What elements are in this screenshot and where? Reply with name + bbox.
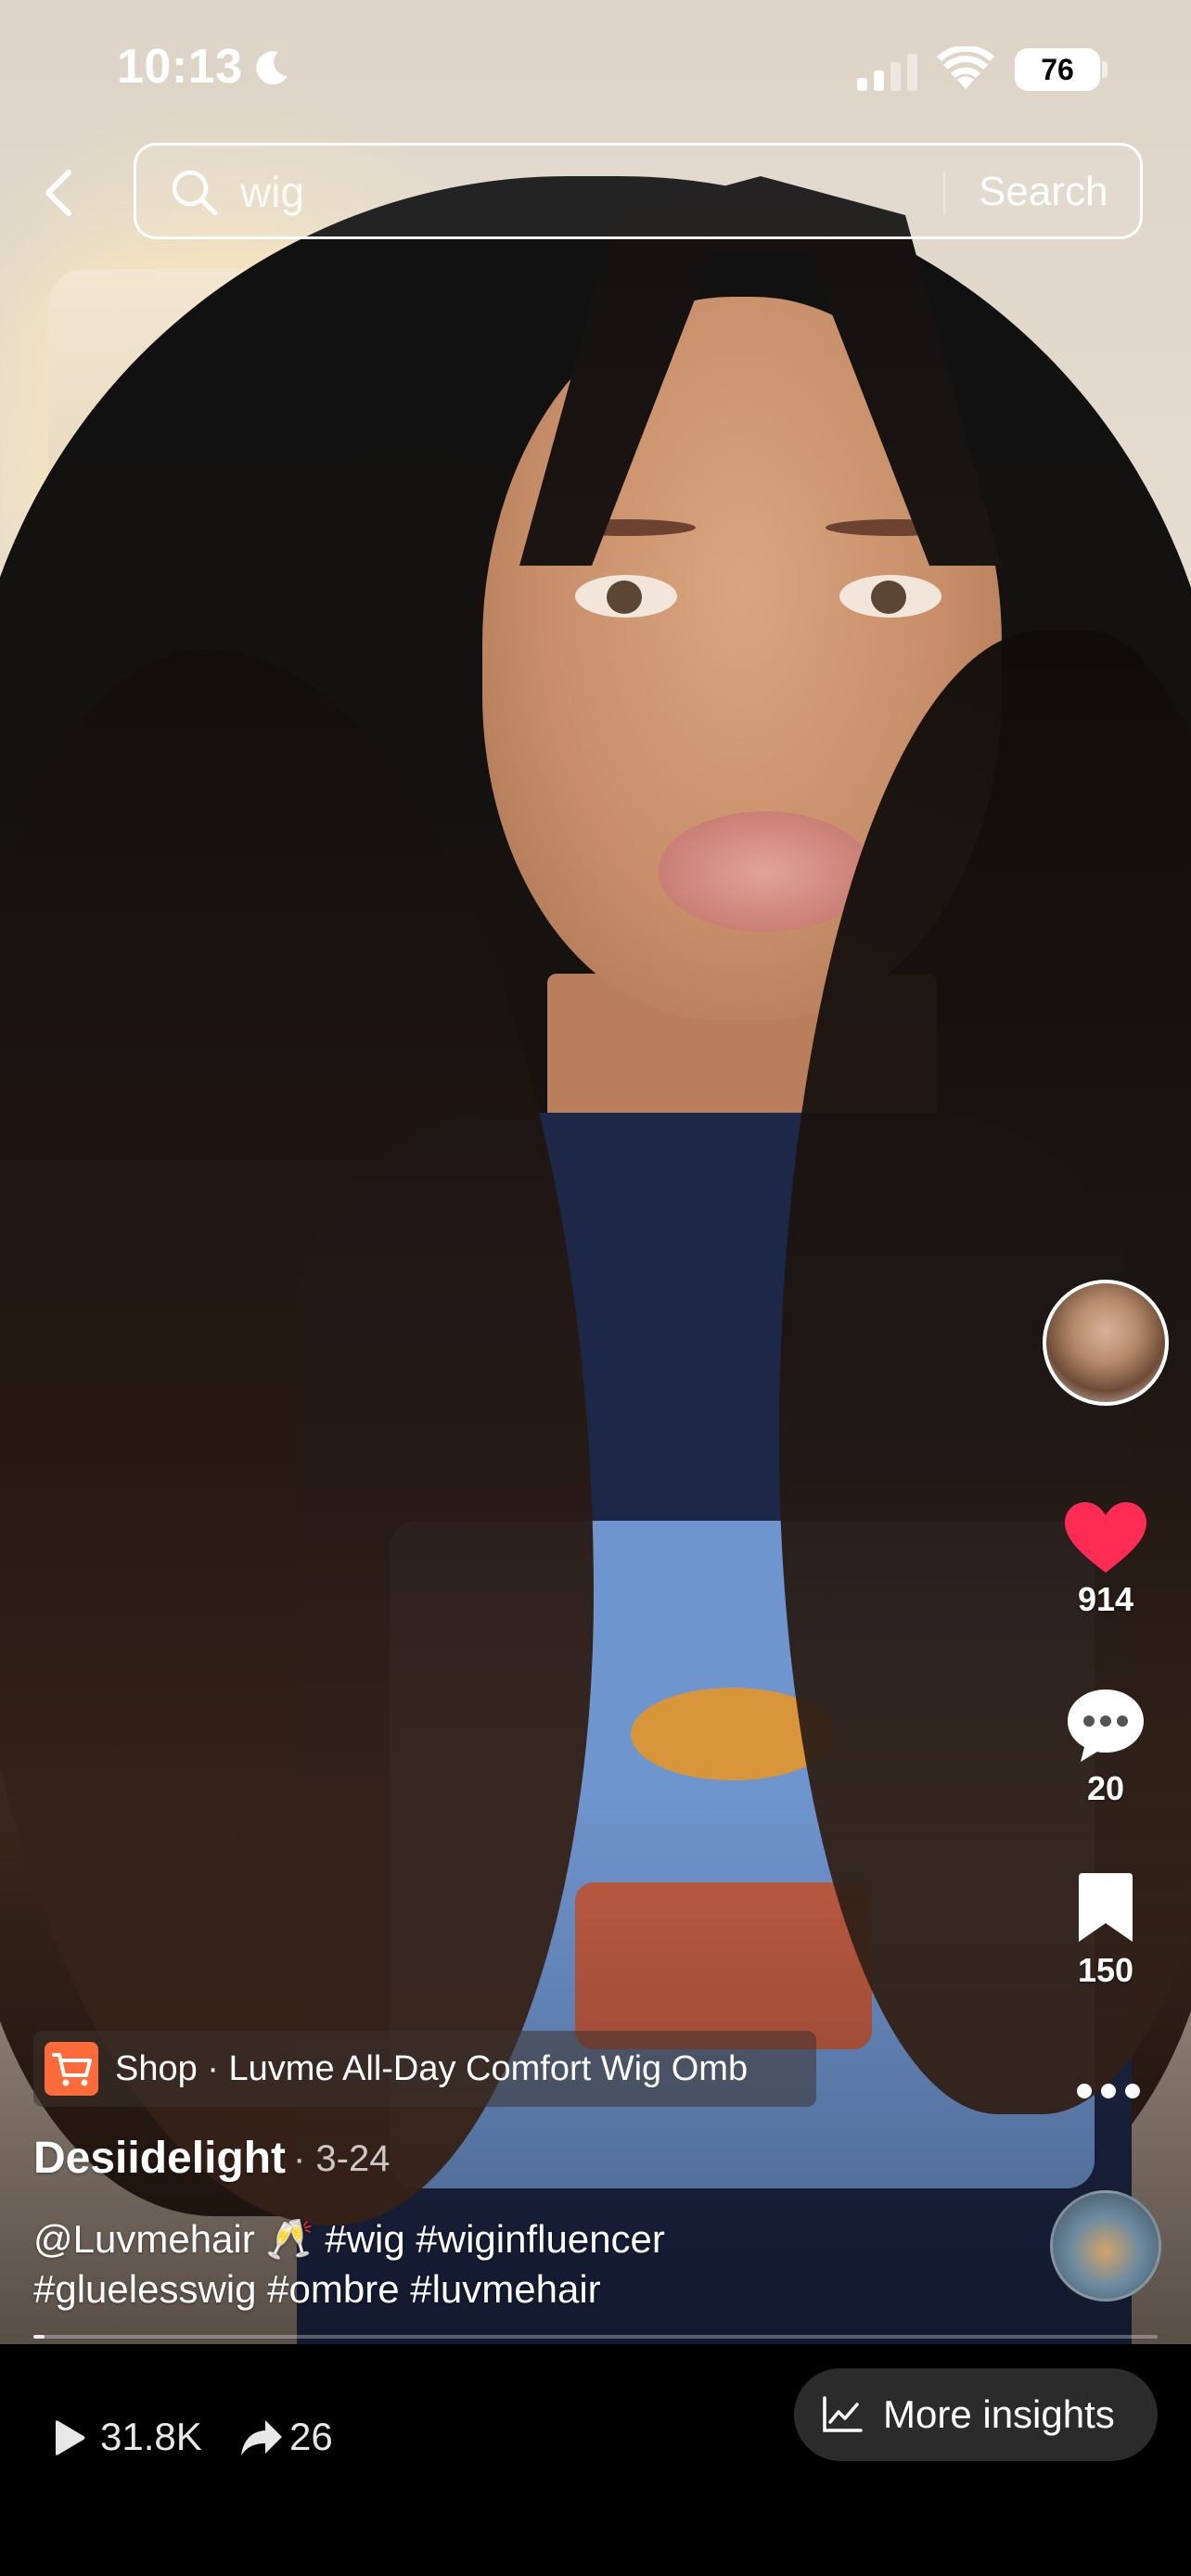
save-count: 150	[1077, 1951, 1134, 1989]
views-count: 31.8K	[100, 2415, 202, 2458]
shares-count: 26	[289, 2415, 333, 2458]
cart-icon	[45, 2042, 98, 2096]
like-count: 914	[1077, 1580, 1134, 1618]
creator-username[interactable]: Desiidelight	[33, 2133, 286, 2184]
moon-icon	[256, 51, 288, 85]
back-icon[interactable]	[35, 163, 85, 223]
post-date: · 3-24	[293, 2138, 391, 2179]
video-progress[interactable]	[33, 2335, 1158, 2339]
caption-line: #gluelesswig #ombre #luvmehair	[33, 2267, 601, 2311]
battery-indicator: 76	[1015, 48, 1100, 91]
chart-icon	[823, 2396, 863, 2432]
more-icon[interactable]	[1067, 2068, 1150, 2114]
share-icon	[241, 2420, 282, 2455]
play-icon	[56, 2420, 85, 2455]
battery-tip	[1102, 61, 1108, 78]
search-input[interactable]: wig	[240, 164, 304, 220]
more-insights-button[interactable]: More insights	[794, 2368, 1158, 2461]
search-bar[interactable]: wig Search	[134, 143, 1143, 239]
status-time: 10:13	[117, 40, 243, 94]
status-bar: 10:13 76	[0, 0, 1191, 139]
video-progress-fill	[33, 2335, 45, 2339]
comment-icon	[1068, 1690, 1144, 1762]
like-button[interactable]: 914	[1048, 1500, 1163, 1619]
shop-link[interactable]: Shop · Luvme All-Day Comfort Wig Omb	[33, 2031, 816, 2107]
views-stat: 31.8K	[50, 2409, 236, 2465]
eye	[575, 575, 677, 618]
comment-count: 20	[1086, 1769, 1125, 1807]
shares-stat: 26	[239, 2409, 369, 2465]
video-player[interactable]	[0, 0, 1191, 2344]
creator-avatar[interactable]	[1043, 1280, 1169, 1406]
save-button[interactable]: 150	[1048, 1871, 1163, 1990]
search-divider	[943, 172, 945, 214]
bookmark-icon	[1079, 1873, 1133, 1942]
wifi-icon	[937, 46, 994, 89]
video-screen: 10:13 76 wig Search 914 20 150 Shop · Lu…	[0, 0, 1191, 2576]
more-insights-label: More insights	[883, 2392, 1115, 2436]
comment-button[interactable]: 20	[1048, 1686, 1163, 1808]
lips	[659, 811, 872, 932]
signal-icon	[857, 54, 917, 91]
eye	[839, 575, 941, 618]
search-icon	[172, 170, 218, 216]
video-caption: @Luvmehair 🥂 #wig #wiginfluencer #gluele…	[33, 2214, 1017, 2315]
search-button[interactable]: Search	[979, 164, 1108, 220]
shop-label: Shop · Luvme All-Day Comfort Wig Omb	[115, 2049, 749, 2088]
insights-bar: 31.8K 26 More insights	[0, 2344, 1191, 2576]
sound-disc[interactable]	[1050, 2190, 1161, 2302]
caption-line: @Luvmehair 🥂 #wig #wiginfluencer	[33, 2217, 665, 2261]
heart-icon	[1065, 1502, 1146, 1573]
